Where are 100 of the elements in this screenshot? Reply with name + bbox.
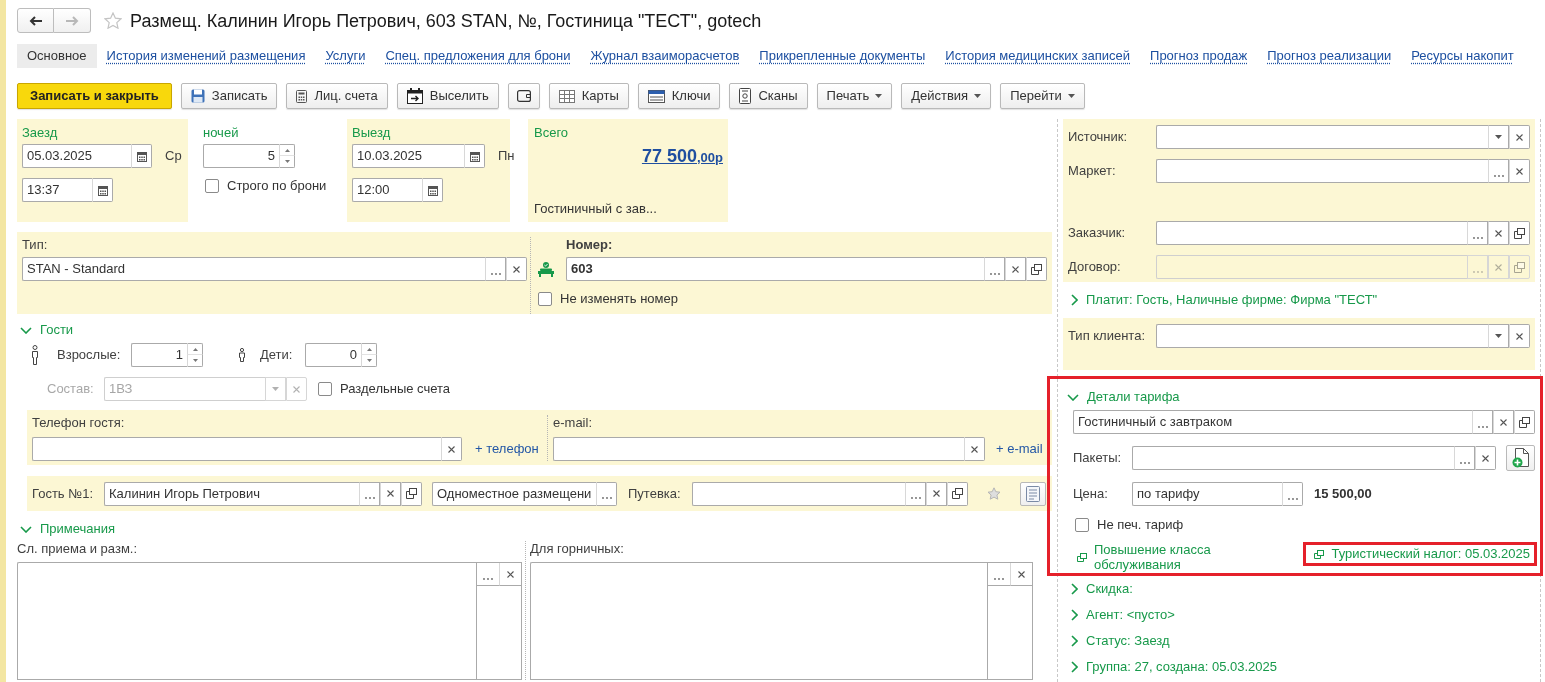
clear-button[interactable] [506, 257, 527, 281]
tab[interactable]: Прогноз реализации [1267, 44, 1392, 68]
toolbar-button[interactable]: Ключи [637, 83, 721, 109]
calendar-button[interactable] [422, 178, 443, 202]
clear-button[interactable] [1488, 255, 1509, 279]
calendar-button[interactable] [92, 178, 113, 202]
choose-button[interactable] [1467, 221, 1488, 245]
market-field[interactable] [1156, 159, 1488, 183]
menu-button[interactable]: Перейти [1000, 83, 1085, 109]
tab[interactable]: История изменений размещения [106, 44, 306, 68]
section-toggle[interactable]: Примечания [20, 521, 116, 537]
choose-button[interactable] [1282, 482, 1303, 506]
calendar-button[interactable] [131, 144, 152, 168]
add-email-link[interactable]: + e-mail [996, 441, 1043, 457]
choose-button[interactable] [1472, 410, 1493, 434]
choose-button[interactable] [485, 257, 506, 281]
toolbar-button[interactable]: Записать [180, 83, 278, 109]
upgrade-link[interactable]: Повышение класса обслуживания [1077, 542, 1217, 572]
customer-field[interactable] [1156, 221, 1467, 245]
time-field[interactable]: 13:37 [22, 178, 92, 202]
primary-button[interactable]: Записать и закрыть [17, 83, 172, 109]
notes-field[interactable] [530, 562, 987, 680]
checkbox[interactable] [205, 179, 219, 193]
time-field[interactable]: 12:00 [352, 178, 422, 202]
spin-down-button[interactable] [361, 355, 377, 367]
clear-button[interactable] [1509, 159, 1530, 183]
price-mode-field[interactable]: по тарифу [1132, 482, 1282, 506]
choose-button[interactable] [1454, 446, 1475, 470]
clear-button[interactable] [441, 437, 462, 461]
open-button[interactable] [1514, 410, 1535, 434]
clear-button[interactable] [1509, 324, 1530, 348]
spin-down-button[interactable] [187, 355, 203, 367]
packages-field[interactable] [1132, 446, 1454, 470]
clear-button[interactable] [1475, 446, 1496, 470]
guest-name-field[interactable]: Калинин Игорь Петрович [104, 481, 359, 506]
add-phone-link[interactable]: + телефон [475, 441, 539, 457]
choose-button[interactable] [905, 481, 926, 506]
checkbox[interactable] [538, 292, 552, 306]
open-button[interactable] [401, 481, 422, 506]
tab[interactable]: Основное [17, 44, 97, 68]
tab[interactable]: Прикрепленные документы [759, 44, 926, 68]
children-field[interactable]: 0 [305, 343, 361, 367]
dropdown-button[interactable] [265, 377, 286, 401]
clear-button[interactable] [964, 437, 985, 461]
section-toggle[interactable]: Гости [20, 322, 74, 338]
dropdown-button[interactable] [1488, 324, 1509, 348]
adults-field[interactable]: 1 [131, 343, 187, 367]
open-button[interactable] [1509, 221, 1530, 245]
checkbox[interactable] [1075, 518, 1089, 532]
notes-field[interactable] [17, 562, 476, 680]
toolbar-button[interactable]: Выселить [396, 83, 499, 109]
tab[interactable]: Прогноз продаж [1150, 44, 1248, 68]
open-button[interactable] [1026, 257, 1047, 281]
client-type-field[interactable] [1156, 324, 1488, 348]
tab[interactable]: Услуги [325, 44, 366, 68]
total-amount-link[interactable]: 77 500,00р [641, 146, 723, 168]
add-package-button[interactable] [1506, 445, 1535, 471]
spin-up-button[interactable] [361, 343, 377, 355]
spin-up-button[interactable] [279, 144, 295, 156]
open-button[interactable] [947, 481, 968, 506]
section-toggle[interactable]: Детали тарифа [1067, 389, 1180, 405]
clear-button[interactable] [1509, 125, 1530, 149]
clear-button[interactable] [499, 563, 521, 586]
toolbar-button[interactable] [507, 83, 540, 109]
section-toggle[interactable]: Скидка: [1071, 581, 1133, 597]
dropdown-button[interactable] [1488, 125, 1509, 149]
spin-down-button[interactable] [279, 156, 295, 168]
room-type-field[interactable]: STAN - Standard [22, 257, 485, 281]
rate-field[interactable]: Гостиничный с завтраком [1073, 410, 1472, 434]
tourist-tax-link[interactable]: Туристический налог: 05.03.2025 [1313, 546, 1530, 562]
section-toggle[interactable]: Статус: Заезд [1071, 633, 1170, 649]
date-field[interactable]: 10.03.2025 [352, 144, 464, 168]
toolbar-button[interactable]: Сканы [729, 83, 808, 109]
toolbar-button[interactable]: Лиц. счета [286, 83, 388, 109]
back-button[interactable] [17, 8, 54, 33]
clear-button[interactable] [286, 377, 307, 401]
tab[interactable]: Ресурсы накопит [1411, 44, 1514, 68]
choose-button[interactable] [596, 481, 617, 506]
menu-button[interactable]: Действия [901, 83, 992, 109]
email-field[interactable] [553, 437, 964, 461]
toolbar-button[interactable]: Карты [548, 83, 629, 109]
section-toggle[interactable]: Агент: <пусто> [1071, 607, 1175, 623]
choose-button[interactable] [1488, 159, 1509, 183]
notes-button[interactable] [1020, 481, 1046, 506]
clear-button[interactable] [1010, 563, 1032, 586]
phone-field[interactable] [32, 437, 441, 461]
source-field[interactable] [1156, 125, 1488, 149]
calendar-button[interactable] [464, 144, 485, 168]
nights-field[interactable]: 5 [203, 144, 279, 168]
tab[interactable]: Журнал взаиморасчетов [590, 44, 740, 68]
section-toggle[interactable]: Платит: Гость, Наличные фирме: Фирма "ТЕСТ" [1071, 292, 1378, 308]
spin-up-button[interactable] [187, 343, 203, 355]
choose-button[interactable] [359, 481, 380, 506]
choose-button[interactable] [1467, 255, 1488, 279]
checkbox[interactable] [318, 382, 332, 396]
section-toggle[interactable]: Группа: 27, создана: 05.03.2025 [1071, 659, 1278, 675]
accommodation-field[interactable]: Одноместное размещени [432, 481, 596, 506]
choose-button[interactable] [984, 257, 1005, 281]
room-number-field[interactable]: 603 [566, 257, 984, 281]
tab[interactable]: Спец. предложения для брони [385, 44, 571, 68]
